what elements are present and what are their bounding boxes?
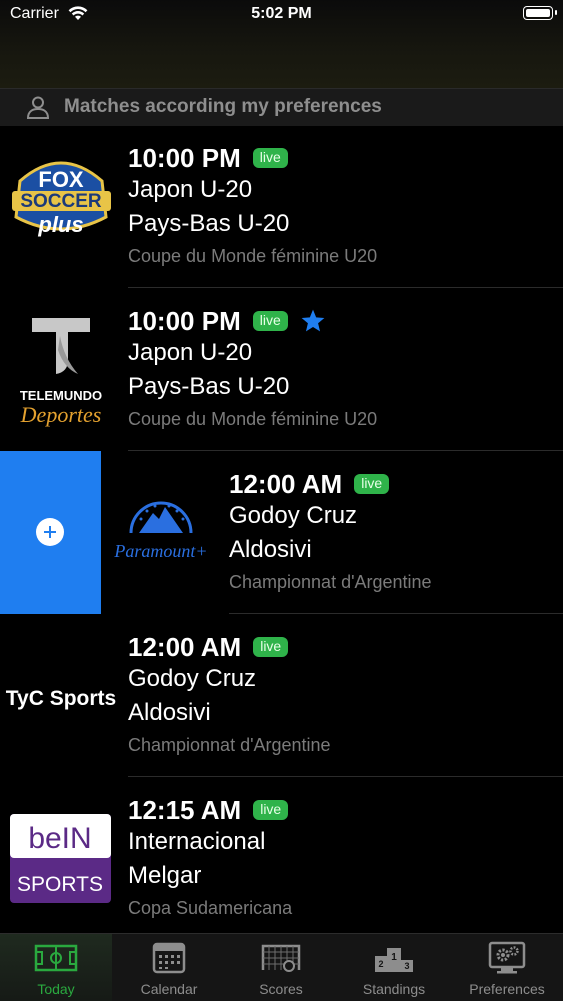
svg-text:SOCCER: SOCCER (20, 191, 102, 212)
competition-name: Championnat d'Argentine (229, 572, 432, 592)
clock: 5:02 PM (251, 5, 312, 22)
live-badge: live (253, 637, 289, 657)
tyc-sports-logo: TyC Sports (6, 687, 116, 710)
svg-text:beIN: beIN (28, 822, 91, 855)
tab-label: Calendar (140, 981, 198, 997)
live-badge: live (253, 800, 289, 820)
settings-monitor-icon (488, 941, 526, 974)
tab-scores[interactable]: Scores (225, 934, 337, 1001)
svg-text:TELEMUNDO: TELEMUNDO (20, 388, 102, 403)
competition-name: Championnat d'Argentine (128, 735, 331, 755)
tab-label: Today (37, 981, 75, 997)
telemundo-deportes-logo: TELEMUNDO Deportes (20, 318, 102, 427)
add-to-favorites-swipe-action[interactable] (0, 451, 101, 614)
match-row[interactable]: TyC Sports 12:00 AM live Godoy Cruz Aldos… (0, 614, 563, 777)
competition-name: Coupe du Monde féminine U20 (128, 246, 378, 266)
matches-list: FOX SOCCER plus 10:00 PM live Japon U-20 … (0, 125, 563, 940)
svg-text:Paramount+: Paramount+ (113, 541, 207, 561)
home-team: Godoy Cruz (229, 502, 358, 529)
match-time: 10:00 PM (128, 306, 241, 336)
match-details: 10:00 PM live Japon U-20 Pays-Bas U-20 Co… (128, 143, 377, 269)
home-team: Japon U-20 (128, 176, 253, 203)
away-team: Melgar (128, 862, 202, 889)
preferences-header-label: Matches according my preferences (64, 96, 382, 117)
svg-text:plus: plus (37, 212, 83, 237)
tab-label: Standings (362, 981, 426, 997)
match-row[interactable]: Paramount+ 12:00 AM live Godoy Cruz Aldos… (0, 451, 563, 614)
competition-name: Copa Sudamericana (128, 898, 293, 918)
svg-text:2: 2 (378, 959, 383, 969)
tab-bar: Today Calendar Scores 1 2 3 Standings Pr… (0, 933, 563, 1001)
preferences-section-header: Matches according my preferences (0, 88, 563, 126)
competition-name: Coupe du Monde féminine U20 (128, 409, 378, 429)
match-details: 12:00 AM live Godoy Cruz Aldosivi Champio… (128, 632, 331, 758)
tab-label: Preferences (469, 981, 545, 997)
fox-soccer-plus-logo: FOX SOCCER plus (12, 161, 111, 237)
person-icon (26, 96, 50, 119)
match-time: 12:15 AM (128, 795, 242, 825)
svg-text:SPORTS: SPORTS (17, 873, 103, 896)
status-bar: Carrier 5:02 PM (0, 0, 563, 88)
svg-text:1: 1 (391, 952, 397, 963)
calendar-icon (152, 942, 186, 974)
home-team: Japon U-20 (128, 339, 253, 366)
match-details: 10:00 PM live Japon U-20 Pays-Bas U-20 Co… (128, 306, 377, 432)
home-team: Internacional (128, 828, 266, 855)
tab-standings[interactable]: 1 2 3 Standings (338, 934, 450, 1001)
podium-icon: 1 2 3 (375, 948, 413, 972)
live-badge: live (354, 474, 390, 494)
match-row[interactable]: beIN SPORTS 12:15 AM live Internacional M… (0, 777, 563, 940)
match-row[interactable]: FOX SOCCER plus 10:00 PM live Japon U-20 … (0, 125, 563, 288)
away-team: Aldosivi (229, 536, 312, 563)
add-circle-icon (36, 518, 64, 546)
tab-calendar[interactable]: Calendar (113, 934, 225, 1001)
away-team: Pays-Bas U-20 (128, 210, 290, 237)
tab-today[interactable]: Today (0, 934, 112, 1001)
away-team: Pays-Bas U-20 (128, 373, 290, 400)
match-details: 12:15 AM live Internacional Melgar Copa S… (128, 795, 292, 921)
live-badge: live (252, 311, 288, 331)
paramount-plus-logo: Paramount+ (113, 501, 208, 561)
match-details: 12:00 AM live Godoy Cruz Aldosivi Champio… (229, 469, 432, 595)
goal-net-icon (261, 944, 301, 972)
favorite-star-icon[interactable] (300, 308, 326, 334)
match-row[interactable]: TELEMUNDO Deportes 10:00 PM live Japon U-… (0, 288, 563, 451)
battery-icon (523, 6, 557, 20)
live-badge: live (252, 148, 288, 168)
svg-text:TyC Sports: TyC Sports (6, 687, 116, 710)
svg-text:FOX: FOX (38, 167, 84, 192)
match-time: 10:00 PM (128, 143, 241, 173)
away-team: Aldosivi (128, 699, 211, 726)
soccer-field-icon (34, 944, 78, 972)
match-time: 12:00 AM (128, 632, 242, 662)
svg-text:Deportes: Deportes (20, 402, 102, 427)
bein-sports-logo: beIN SPORTS (10, 814, 111, 903)
home-team: Godoy Cruz (128, 665, 257, 692)
svg-text:3: 3 (404, 961, 409, 971)
tab-preferences[interactable]: Preferences (451, 934, 563, 1001)
match-time: 12:00 AM (229, 469, 343, 499)
tab-label: Scores (259, 981, 303, 997)
